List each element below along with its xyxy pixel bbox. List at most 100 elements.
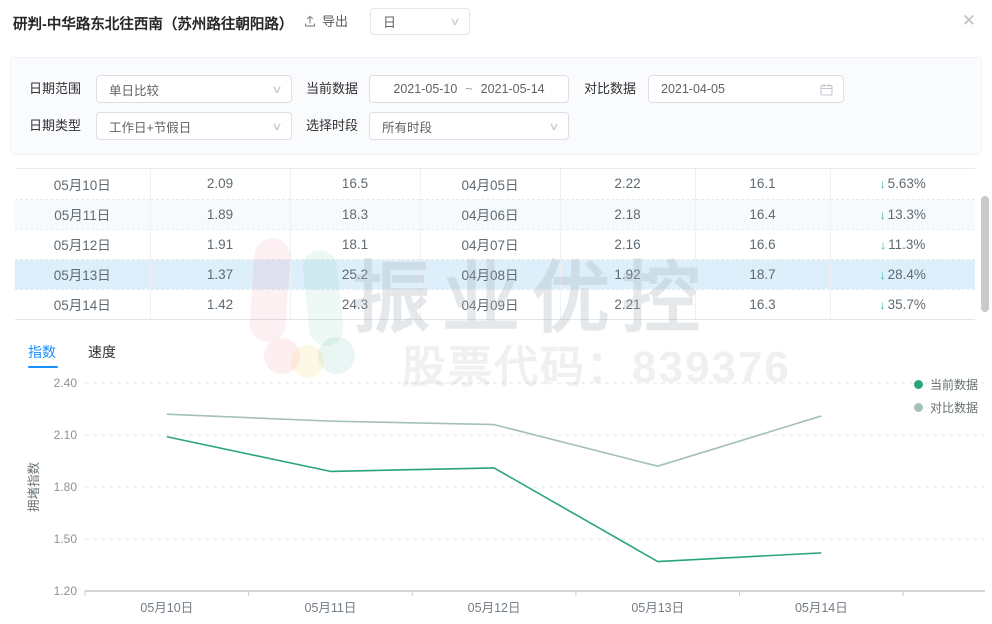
chevron-down-icon: ∨ — [271, 120, 282, 133]
compare-date-value: 2021-04-05 — [661, 82, 725, 96]
date-range-value: 单日比较 — [109, 80, 159, 99]
current-end-date: 2021-05-14 — [481, 82, 545, 96]
table-cell: 04月07日 — [420, 229, 560, 259]
change-cell: ↓11.3% — [830, 229, 975, 259]
change-cell: ↓35.7% — [830, 289, 975, 319]
change-cell: ↓5.63% — [830, 169, 975, 199]
change-cell: ↓13.3% — [830, 199, 975, 229]
svg-text:05月11日: 05月11日 — [305, 601, 357, 615]
legend-item[interactable]: 当前数据 — [914, 376, 978, 393]
table-cell: 1.91 — [150, 229, 290, 259]
table-cell: 05月13日 — [15, 259, 150, 289]
current-start-date: 2021-05-10 — [393, 82, 457, 96]
svg-text:1.50: 1.50 — [54, 532, 78, 546]
table-cell: 16.6 — [695, 229, 830, 259]
chevron-down-icon: ∨ — [271, 83, 282, 96]
trend-down-icon: ↓ — [880, 208, 886, 222]
chart-canvas: 1.201.501.802.102.4005月10日05月11日05月12日05… — [0, 372, 992, 624]
svg-text:05月14日: 05月14日 — [795, 601, 848, 615]
date-range-select[interactable]: 单日比较 ∨ — [96, 75, 292, 103]
legend-item[interactable]: 对比数据 — [914, 399, 978, 416]
close-icon[interactable]: ✕ — [962, 12, 976, 29]
table-row[interactable]: 05月12日1.9118.104月07日2.1616.6↓11.3% — [15, 229, 975, 259]
period-label: 选择时段 — [306, 112, 358, 140]
change-value: 35.7% — [888, 297, 926, 312]
table-cell: 25.2 — [290, 259, 420, 289]
table-cell: 1.89 — [150, 199, 290, 229]
table-cell: 16.5 — [290, 169, 420, 199]
svg-text:2.40: 2.40 — [54, 376, 78, 390]
table-cell: 04月06日 — [420, 199, 560, 229]
date-type-label: 日期类型 — [29, 112, 81, 140]
period-select[interactable]: 所有时段 ∨ — [369, 112, 569, 140]
legend-dot-icon — [914, 403, 923, 412]
svg-text:05月12日: 05月12日 — [468, 601, 521, 615]
export-icon — [303, 14, 317, 28]
table-row[interactable]: 05月10日2.0916.504月05日2.2216.1↓5.63% — [15, 169, 975, 199]
current-data-label: 当前数据 — [306, 75, 358, 103]
svg-text:拥堵指数: 拥堵指数 — [26, 462, 41, 513]
chevron-down-icon: ∨ — [548, 120, 559, 133]
calendar-icon — [820, 83, 833, 96]
change-cell: ↓28.4% — [830, 259, 975, 289]
change-value: 5.63% — [888, 176, 926, 191]
table-cell: 04月08日 — [420, 259, 560, 289]
range-separator: ~ — [465, 82, 472, 96]
table-cell: 2.16 — [560, 229, 695, 259]
table-cell: 2.09 — [150, 169, 290, 199]
date-type-value: 工作日+节假日 — [109, 117, 191, 136]
table-cell: 05月12日 — [15, 229, 150, 259]
page-title: 研判-中华路东北往西南（苏州路往朝阳路） — [13, 13, 293, 34]
trend-down-icon: ↓ — [880, 238, 886, 252]
change-value: 28.4% — [888, 267, 926, 282]
comparison-table: 05月10日2.0916.504月05日2.2216.1↓5.63%05月11日… — [15, 168, 975, 320]
date-type-select[interactable]: 工作日+节假日 ∨ — [96, 112, 292, 140]
tab-speed[interactable]: 速度 — [88, 342, 116, 362]
table-cell: 04月05日 — [420, 169, 560, 199]
svg-text:1.80: 1.80 — [54, 480, 78, 494]
tab-index[interactable]: 指数 — [28, 342, 56, 362]
current-date-range-input[interactable]: 2021-05-10 ~ 2021-05-14 — [369, 75, 569, 103]
table-cell: 16.1 — [695, 169, 830, 199]
legend-label: 当前数据 — [930, 376, 978, 393]
svg-text:05月13日: 05月13日 — [631, 601, 684, 615]
table-row[interactable]: 05月13日1.3725.204月08日1.9218.7↓28.4% — [15, 259, 975, 289]
active-tab-underline — [28, 366, 58, 368]
header: 研判-中华路东北往西南（苏州路往朝阳路） 导出 日 ∨ ✕ — [0, 0, 992, 46]
legend-dot-icon — [914, 380, 923, 389]
table-cell: 1.42 — [150, 289, 290, 319]
table-cell: 05月11日 — [15, 199, 150, 229]
table-cell: 2.21 — [560, 289, 695, 319]
interval-select-value: 日 — [383, 12, 396, 31]
table-cell: 1.92 — [560, 259, 695, 289]
table-row[interactable]: 05月11日1.8918.304月06日2.1816.4↓13.3% — [15, 199, 975, 229]
table-cell: 16.3 — [695, 289, 830, 319]
interval-select[interactable]: 日 ∨ — [370, 8, 470, 35]
change-value: 11.3% — [888, 237, 925, 252]
export-label: 导出 — [322, 11, 348, 30]
table-cell: 05月10日 — [15, 169, 150, 199]
legend-label: 对比数据 — [930, 399, 978, 416]
svg-text:05月10日: 05月10日 — [140, 601, 193, 615]
period-value: 所有时段 — [382, 117, 432, 136]
filter-panel: 日期范围 单日比较 ∨ 当前数据 2021-05-10 ~ 2021-05-14… — [10, 57, 982, 155]
compare-date-input[interactable]: 2021-04-05 — [648, 75, 844, 103]
table-scrollbar-thumb[interactable] — [981, 196, 989, 312]
compare-data-label: 对比数据 — [584, 75, 636, 103]
chevron-down-icon: ∨ — [449, 15, 460, 28]
table-cell: 1.37 — [150, 259, 290, 289]
chart-legend: 当前数据对比数据 — [914, 376, 978, 416]
table-cell: 05月14日 — [15, 289, 150, 319]
table-row[interactable]: 05月14日1.4224.304月09日2.2116.3↓35.7% — [15, 289, 975, 319]
change-value: 13.3% — [888, 207, 926, 222]
export-button[interactable]: 导出 — [303, 11, 348, 30]
table-cell: 2.22 — [560, 169, 695, 199]
table-cell: 18.1 — [290, 229, 420, 259]
table-cell: 04月09日 — [420, 289, 560, 319]
svg-text:1.20: 1.20 — [54, 584, 78, 598]
panel-traffic-analysis: 研判-中华路东北往西南（苏州路往朝阳路） 导出 日 ∨ ✕ 日期范围 单日比较 … — [0, 0, 992, 624]
congestion-index-chart: 1.201.501.802.102.4005月10日05月11日05月12日05… — [0, 372, 992, 624]
trend-down-icon: ↓ — [880, 268, 886, 282]
table-cell: 24.3 — [290, 289, 420, 319]
trend-down-icon: ↓ — [880, 177, 886, 191]
